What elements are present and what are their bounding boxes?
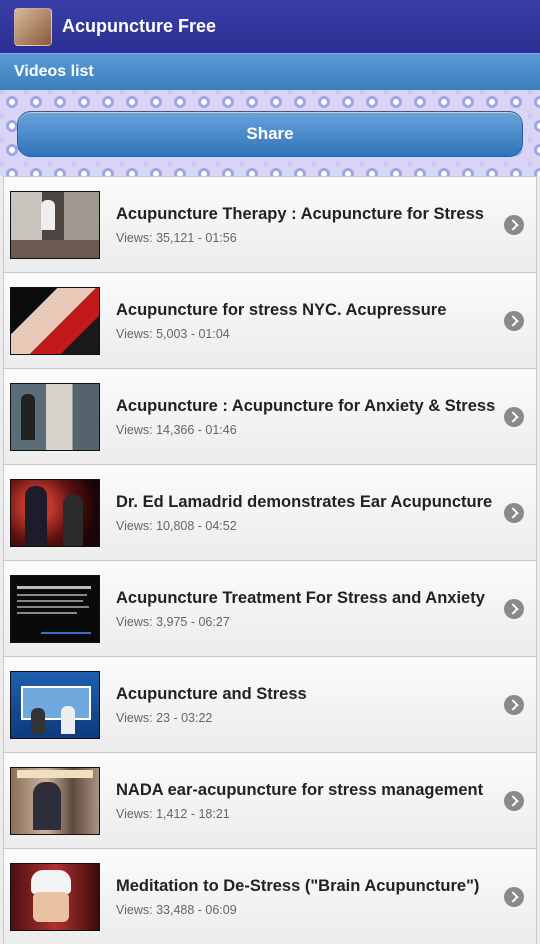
chevron-right-icon bbox=[504, 790, 524, 811]
video-list-item[interactable]: Acupuncture Treatment For Stress and Anx… bbox=[3, 560, 537, 656]
video-title: Acupuncture : Acupuncture for Anxiety & … bbox=[116, 396, 496, 415]
video-list-item[interactable]: Meditation to De-Stress ("Brain Acupunct… bbox=[3, 848, 537, 944]
chevron-right-icon bbox=[504, 598, 524, 619]
video-thumbnail bbox=[10, 574, 100, 643]
video-meta: Views: 10,808 - 04:52 bbox=[116, 518, 237, 533]
video-meta: Views: 23 - 03:22 bbox=[116, 710, 213, 725]
chevron-right-icon bbox=[504, 406, 524, 427]
video-list-item[interactable]: Acupuncture and Stress Views: 23 - 03:22 bbox=[3, 656, 537, 752]
video-list-item[interactable]: Acupuncture : Acupuncture for Anxiety & … bbox=[3, 368, 537, 464]
share-area: Share bbox=[0, 90, 540, 176]
video-thumbnail bbox=[10, 478, 100, 547]
chevron-right-icon bbox=[504, 502, 524, 523]
video-thumbnail bbox=[10, 766, 100, 835]
video-list-item[interactable]: Dr. Ed Lamadrid demonstrates Ear Acupunc… bbox=[3, 464, 537, 560]
app-title-bar: Acupuncture Free bbox=[0, 0, 540, 53]
chevron-right-icon bbox=[504, 310, 524, 331]
video-thumbnail bbox=[10, 382, 100, 451]
video-thumbnail bbox=[10, 670, 100, 739]
video-list-item[interactable]: NADA ear-acupuncture for stress manageme… bbox=[3, 752, 537, 848]
page-header: Videos list bbox=[0, 53, 540, 90]
chevron-right-icon bbox=[504, 214, 524, 235]
video-list: Acupuncture Therapy : Acupuncture for St… bbox=[3, 176, 537, 944]
video-thumbnail bbox=[10, 286, 100, 355]
video-meta: Views: 1,412 - 18:21 bbox=[116, 806, 230, 821]
video-title: Acupuncture and Stress bbox=[116, 684, 307, 703]
share-button[interactable]: Share bbox=[17, 111, 523, 157]
video-title: Acupuncture Treatment For Stress and Anx… bbox=[116, 588, 485, 607]
app-logo-icon bbox=[14, 7, 52, 46]
video-meta: Views: 35,121 - 01:56 bbox=[116, 230, 237, 245]
page-title: Videos list bbox=[14, 63, 94, 80]
video-meta: Views: 5,003 - 01:04 bbox=[116, 326, 230, 341]
chevron-right-icon bbox=[504, 886, 524, 907]
video-list-item[interactable]: Acupuncture Therapy : Acupuncture for St… bbox=[3, 176, 537, 272]
video-title: Acupuncture Therapy : Acupuncture for St… bbox=[116, 204, 484, 223]
chevron-right-icon bbox=[504, 694, 524, 715]
video-thumbnail bbox=[10, 862, 100, 931]
video-thumbnail bbox=[10, 190, 100, 259]
video-list-item[interactable]: Acupuncture for stress NYC. Acupressure … bbox=[3, 272, 537, 368]
video-meta: Views: 33,488 - 06:09 bbox=[116, 902, 237, 917]
video-meta: Views: 3,975 - 06:27 bbox=[116, 614, 230, 629]
video-meta: Views: 14,366 - 01:46 bbox=[116, 422, 237, 437]
video-title: Meditation to De-Stress ("Brain Acupunct… bbox=[116, 876, 480, 895]
app-title: Acupuncture Free bbox=[62, 16, 217, 36]
video-title: Dr. Ed Lamadrid demonstrates Ear Acupunc… bbox=[116, 492, 493, 511]
video-title: Acupuncture for stress NYC. Acupressure bbox=[116, 300, 447, 319]
video-title: NADA ear-acupuncture for stress manageme… bbox=[116, 780, 484, 799]
